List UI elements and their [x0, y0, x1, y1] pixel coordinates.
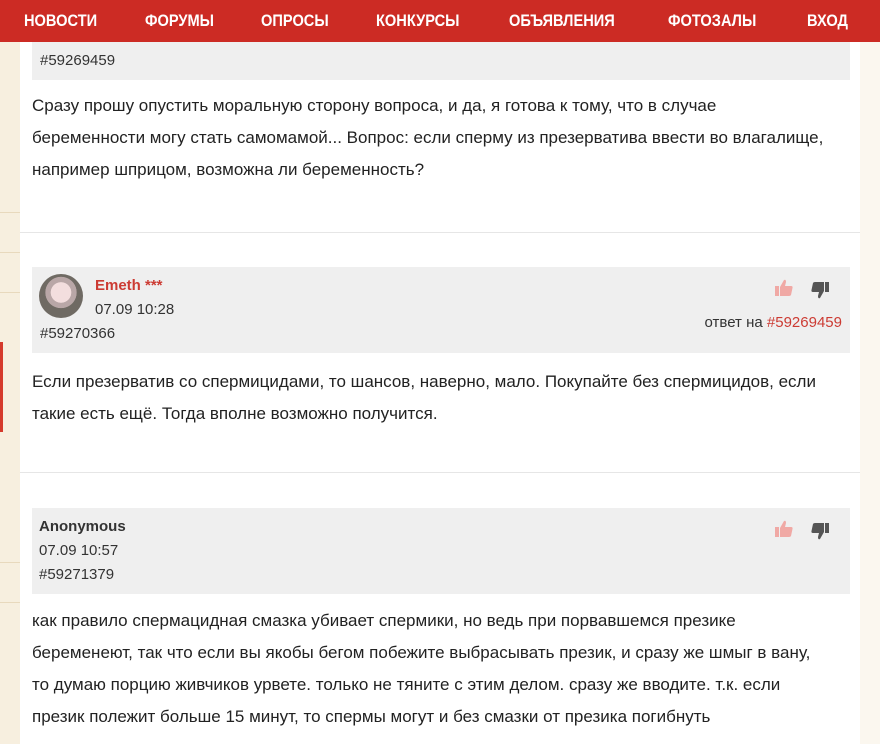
thumbs-down-icon[interactable]: [810, 281, 830, 299]
author-name: Anonymous: [39, 518, 126, 535]
main-nav: НОВОСТИ ФОРУМЫ ОПРОСЫ КОНКУРСЫ ОБЪЯВЛЕНИ…: [24, 11, 880, 31]
nav-news[interactable]: НОВОСТИ: [24, 11, 97, 31]
nav-login[interactable]: ВХОД: [807, 11, 848, 31]
post-id[interactable]: #59270366: [40, 325, 115, 342]
reply-prefix: ответ на: [704, 314, 763, 331]
divider: [20, 232, 860, 233]
nav-photo-galleries[interactable]: ФОТОЗАЛЫ: [668, 11, 756, 31]
reply-reference: ответ на #59269459: [705, 314, 842, 331]
nav-forums[interactable]: ФОРУМЫ: [145, 11, 214, 31]
thumbs-down-icon[interactable]: [810, 522, 830, 540]
post-header: #59269459: [32, 40, 850, 80]
divider: [20, 472, 860, 473]
author-name[interactable]: Emeth ***: [95, 277, 163, 294]
post-body: Если презерватив со спермицидами, то шан…: [32, 372, 816, 423]
nav-polls[interactable]: ОПРОСЫ: [261, 11, 329, 31]
post-header: Anonymous 07.09 10:57 #59271379: [32, 508, 850, 594]
post-body: Сразу прошу опустить моральную сторону в…: [32, 96, 824, 179]
post-date: 07.09 10:57: [39, 542, 119, 559]
post-date: 07.09 10:28: [95, 301, 175, 318]
thumbs-up-icon[interactable]: [774, 279, 794, 297]
post-id[interactable]: #59269459: [40, 52, 115, 69]
reply-link[interactable]: #59269459: [767, 314, 842, 331]
nav-classifieds[interactable]: ОБЪЯВЛЕНИЯ: [509, 11, 615, 31]
avatar[interactable]: [39, 274, 83, 318]
post-id[interactable]: #59271379: [39, 566, 114, 583]
top-navigation-bar: НОВОСТИ ФОРУМЫ ОПРОСЫ КОНКУРСЫ ОБЪЯВЛЕНИ…: [0, 0, 880, 42]
decorative-side-pattern: [0, 42, 20, 744]
nav-contests[interactable]: КОНКУРСЫ: [376, 11, 460, 31]
post-header: Emeth *** 07.09 10:28 #59270366 ответ на…: [32, 267, 850, 353]
post-body: как правило спермацидная смазка убивает …: [32, 611, 811, 726]
thumbs-up-icon[interactable]: [774, 520, 794, 538]
forum-thread: #59269459 Сразу прошу опустить моральную…: [20, 0, 860, 744]
